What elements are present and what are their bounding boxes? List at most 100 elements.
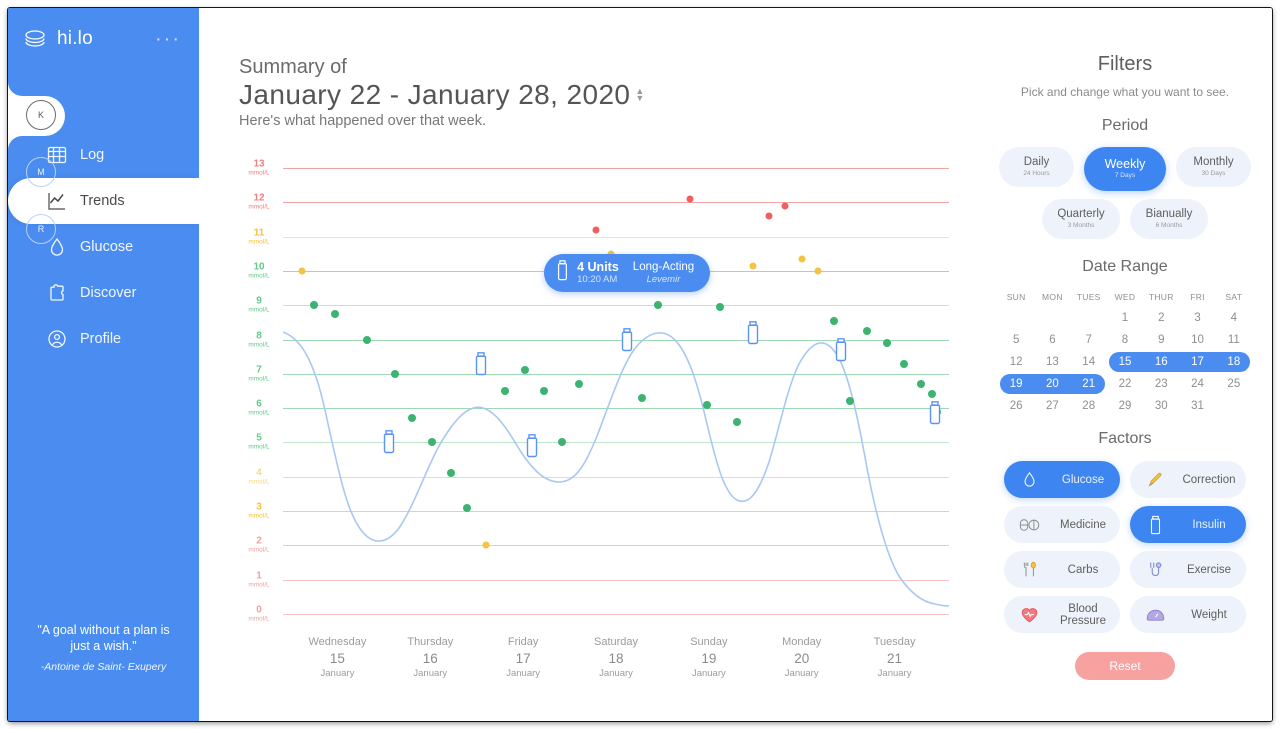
insulin-event-tooltip[interactable]: 4 Units 10:20 AM Long-Acting Levemir <box>544 253 711 292</box>
calendar-day[interactable]: 14 <box>1071 351 1107 373</box>
glucose-trend-chart[interactable]: 13 mmol/L 12 mmol/L 11 mmol/L 10 mmol/L 9 mmol/L 8… <box>239 156 949 679</box>
period-option-daily[interactable]: Daily 24 Hours <box>999 147 1074 187</box>
calendar-day[interactable]: 31 <box>1179 395 1215 417</box>
calendar-day[interactable]: 25 <box>1216 373 1252 395</box>
factor-correction[interactable]: Correction <box>1130 461 1246 498</box>
avatar[interactable]: K <box>26 100 56 130</box>
glucose-data-point[interactable] <box>521 366 529 375</box>
insulin-vial-icon[interactable] <box>928 400 943 426</box>
factor-medicine[interactable]: Medicine <box>1004 506 1120 543</box>
glucose-data-point[interactable] <box>407 414 416 423</box>
glucose-data-point[interactable] <box>749 262 757 270</box>
factor-carbs[interactable]: Carbs <box>1004 551 1120 588</box>
avatar[interactable]: M <box>26 157 56 187</box>
sidebar-item-profile[interactable]: Profile <box>8 316 199 362</box>
date-range-title[interactable]: January 22 - January 28, 2020 ▲ ▼ <box>239 79 645 111</box>
glucose-data-point[interactable] <box>927 390 936 399</box>
y-tick-value: 0 <box>256 604 262 616</box>
glucose-data-point[interactable] <box>916 380 925 389</box>
calendar-day[interactable]: 3 <box>1179 307 1215 329</box>
glucose-data-point[interactable] <box>846 397 854 406</box>
chevron-updown-icon[interactable]: ▲ ▼ <box>635 87 644 103</box>
factor-insulin[interactable]: Insulin <box>1130 506 1246 543</box>
insulin-vial-icon[interactable] <box>620 327 635 353</box>
sidebar-item-discover[interactable]: Discover <box>8 270 199 316</box>
reset-button[interactable]: Reset <box>1075 652 1175 680</box>
glucose-data-point[interactable] <box>653 301 662 310</box>
glucose-data-point[interactable] <box>732 417 741 426</box>
calendar-day[interactable]: 13 <box>1034 351 1070 373</box>
calendar-day[interactable]: 22 <box>1107 373 1143 395</box>
glucose-data-point[interactable] <box>391 369 399 378</box>
glucose-data-point[interactable] <box>703 400 711 409</box>
glucose-data-point[interactable] <box>574 380 583 389</box>
glucose-data-point[interactable] <box>830 316 839 325</box>
calendar-day[interactable]: 27 <box>1034 395 1070 417</box>
period-option-bianually[interactable]: Bianually 6 Months <box>1130 199 1208 239</box>
glucose-data-point[interactable] <box>862 326 871 335</box>
glucose-data-point[interactable] <box>539 387 548 395</box>
insulin-vial-icon[interactable] <box>833 337 848 363</box>
glucose-data-point[interactable] <box>686 195 694 203</box>
calendar-day[interactable]: 28 <box>1071 395 1107 417</box>
glucose-data-point[interactable] <box>592 226 600 234</box>
glucose-data-point[interactable] <box>765 212 773 220</box>
glucose-data-point[interactable] <box>638 393 646 402</box>
glucose-data-point[interactable] <box>798 255 806 263</box>
calendar-day[interactable]: 2 <box>1143 307 1179 329</box>
calendar-day[interactable]: 10 <box>1179 329 1215 351</box>
factor-blood-pressure[interactable]: Blood Pressure <box>1004 596 1120 633</box>
calendar-day[interactable]: 7 <box>1071 329 1107 351</box>
glucose-data-point[interactable] <box>899 359 908 368</box>
calendar-day[interactable]: 4 <box>1216 307 1252 329</box>
calendar-day[interactable]: 11 <box>1216 329 1252 351</box>
glucose-data-point[interactable] <box>883 338 892 347</box>
calendar-day[interactable]: 8 <box>1107 329 1143 351</box>
glucose-data-point[interactable] <box>781 202 789 210</box>
insulin-vial-icon[interactable] <box>525 433 540 459</box>
chart-plot-area[interactable]: 4 Units 10:20 AM Long-Acting Levemir <box>283 156 949 628</box>
glucose-data-point[interactable] <box>428 438 437 447</box>
period-option-quarterly[interactable]: Quarterly 3 Months <box>1042 199 1120 239</box>
period-option-label: Bianually <box>1145 208 1193 220</box>
glucose-data-point[interactable] <box>482 541 490 549</box>
factor-glucose[interactable]: Glucose <box>1004 461 1120 498</box>
insulin-vial-icon[interactable] <box>474 351 489 377</box>
calendar-day[interactable]: 29 <box>1107 395 1143 417</box>
glucose-data-point[interactable] <box>310 301 319 310</box>
insulin-vial-icon[interactable] <box>381 429 396 455</box>
calendar-day[interactable]: 15 <box>1107 351 1143 373</box>
calendar-day[interactable]: 5 <box>998 329 1034 351</box>
glucose-data-point[interactable] <box>298 267 306 275</box>
calendar-day[interactable]: 21 <box>1071 373 1107 395</box>
date-range-calendar[interactable]: SUN MON TUES WED THUR FRI SAT 1 2 3 4 5 6 7 8 9 10 11 12 13… <box>998 287 1252 417</box>
calendar-day[interactable]: 24 <box>1179 373 1215 395</box>
period-option-weekly[interactable]: Weekly 7 Days <box>1084 147 1166 191</box>
calendar-day[interactable]: 19 <box>998 373 1034 395</box>
calendar-day[interactable]: 17 <box>1179 351 1215 373</box>
glucose-data-point[interactable] <box>363 335 372 344</box>
glucose-data-point[interactable] <box>558 438 567 447</box>
calendar-day[interactable]: 6 <box>1034 329 1070 351</box>
calendar-day[interactable]: 9 <box>1143 329 1179 351</box>
glucose-data-point[interactable] <box>446 469 455 478</box>
more-dots-icon[interactable]: ··· <box>155 29 185 49</box>
avatar[interactable]: R <box>26 214 56 244</box>
calendar-day[interactable]: 20 <box>1034 373 1070 395</box>
glucose-data-point[interactable] <box>716 302 724 311</box>
calendar-day[interactable]: 18 <box>1216 351 1252 373</box>
factor-weight[interactable]: Weight <box>1130 596 1246 633</box>
insulin-vial-icon[interactable] <box>746 320 761 346</box>
calendar-day[interactable]: 23 <box>1143 373 1179 395</box>
glucose-data-point[interactable] <box>814 267 822 275</box>
calendar-day[interactable]: 30 <box>1143 395 1179 417</box>
factor-exercise[interactable]: Exercise <box>1130 551 1246 588</box>
glucose-data-point[interactable] <box>463 503 472 512</box>
calendar-day[interactable]: 16 <box>1143 351 1179 373</box>
glucose-data-point[interactable] <box>330 309 339 318</box>
calendar-day[interactable]: 26 <box>998 395 1034 417</box>
glucose-data-point[interactable] <box>500 387 509 395</box>
calendar-day[interactable]: 12 <box>998 351 1034 373</box>
calendar-day[interactable]: 1 <box>1107 307 1143 329</box>
period-option-monthly[interactable]: Monthly 30 Days <box>1176 147 1251 187</box>
